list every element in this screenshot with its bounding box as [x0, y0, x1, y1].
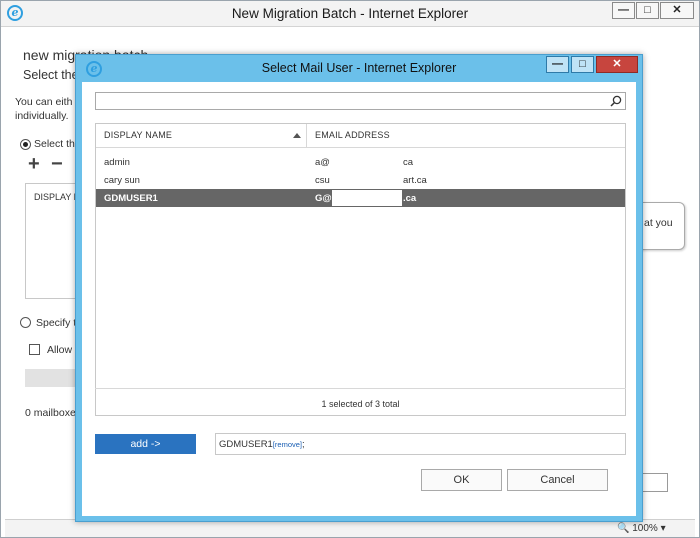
intro-text-line2: individually. — [15, 110, 69, 122]
table-row[interactable]: cary sun csu art.ca — [96, 171, 625, 189]
ok-button[interactable]: OK — [421, 469, 502, 491]
selected-users-field[interactable]: GDMUSER1[remove]; — [215, 433, 626, 455]
column-display-name[interactable]: DISPLAY NAME — [104, 130, 172, 140]
allow-label: Allow — [47, 344, 73, 356]
select-users-label: Select th — [34, 138, 75, 150]
select-users-radio[interactable] — [20, 139, 31, 150]
dialog-close-button[interactable]: ✕ — [596, 56, 638, 73]
table-row-selected[interactable]: GDMUSER1 G@ .ca — [96, 189, 625, 207]
allow-checkbox[interactable] — [29, 344, 40, 355]
specify-label: Specify t — [36, 317, 77, 329]
add-button[interactable]: add -> — [95, 434, 196, 454]
row-email-suffix: art.ca — [403, 175, 427, 186]
background-window-title: New Migration Batch - Internet Explorer — [231, 6, 469, 21]
page-subheading: Select the — [23, 68, 79, 82]
row-email-prefix: G@ — [315, 193, 332, 204]
zoom-icon: 🔍 — [617, 523, 630, 534]
redaction-block — [332, 190, 402, 206]
mailbox-count: 0 mailboxe — [25, 407, 76, 419]
selected-user-name: GDMUSER1 — [219, 439, 273, 450]
chevron-down-icon: ▾ — [660, 523, 666, 534]
remove-icon[interactable]: − — [51, 154, 63, 174]
selected-user-separator: ; — [302, 439, 305, 450]
row-display-name: cary sun — [104, 175, 140, 186]
row-email-suffix: .ca — [403, 193, 417, 204]
minimize-button[interactable]: — — [612, 2, 635, 19]
column-email-address[interactable]: EMAIL ADDRESS — [315, 130, 390, 140]
row-display-name: GDMUSER1 — [104, 193, 158, 204]
table-row[interactable]: admin a@ ca — [96, 153, 625, 171]
search-input[interactable] — [95, 92, 626, 110]
search-icon[interactable] — [610, 95, 622, 107]
selection-count: 1 selected of 3 total — [95, 388, 626, 416]
cancel-button[interactable]: Cancel — [507, 469, 608, 491]
row-email-suffix: ca — [403, 157, 414, 168]
close-button[interactable]: ✕ — [660, 2, 694, 19]
sort-ascending-icon[interactable] — [293, 133, 301, 138]
select-mail-user-dialog: e Select Mail User - Internet Explorer —… — [75, 54, 643, 522]
background-titlebar: e New Migration Batch - Internet Explore… — [1, 1, 699, 27]
remove-link[interactable]: [remove] — [273, 440, 302, 449]
zoom-control[interactable]: 🔍 100% ▾ — [617, 523, 666, 534]
background-list-header: DISPLAY N — [34, 192, 81, 202]
screen: e New Migration Batch - Internet Explore… — [0, 0, 700, 538]
selected-user: GDMUSER1[remove]; — [219, 439, 305, 450]
background-tooltip: at you — [637, 202, 685, 250]
dialog-body: DISPLAY NAME EMAIL ADDRESS admin a@ ca c… — [82, 82, 636, 516]
mail-user-table: DISPLAY NAME EMAIL ADDRESS admin a@ ca c… — [95, 123, 626, 416]
row-email-prefix: csu — [315, 175, 330, 186]
tooltip-text: at you — [644, 217, 673, 229]
intro-text-line1: You can eith — [15, 96, 73, 108]
maximize-button[interactable]: □ — [636, 2, 659, 19]
background-button[interactable] — [641, 473, 668, 492]
specify-radio[interactable] — [20, 317, 31, 328]
zoom-level: 100% — [632, 523, 658, 534]
add-icon[interactable]: + — [28, 154, 40, 174]
table-header: DISPLAY NAME EMAIL ADDRESS — [96, 124, 625, 148]
row-email-prefix: a@ — [315, 157, 330, 168]
dialog-minimize-button[interactable]: — — [546, 56, 569, 73]
row-display-name: admin — [104, 157, 130, 168]
column-divider — [306, 124, 307, 148]
dialog-maximize-button[interactable]: □ — [571, 56, 594, 73]
